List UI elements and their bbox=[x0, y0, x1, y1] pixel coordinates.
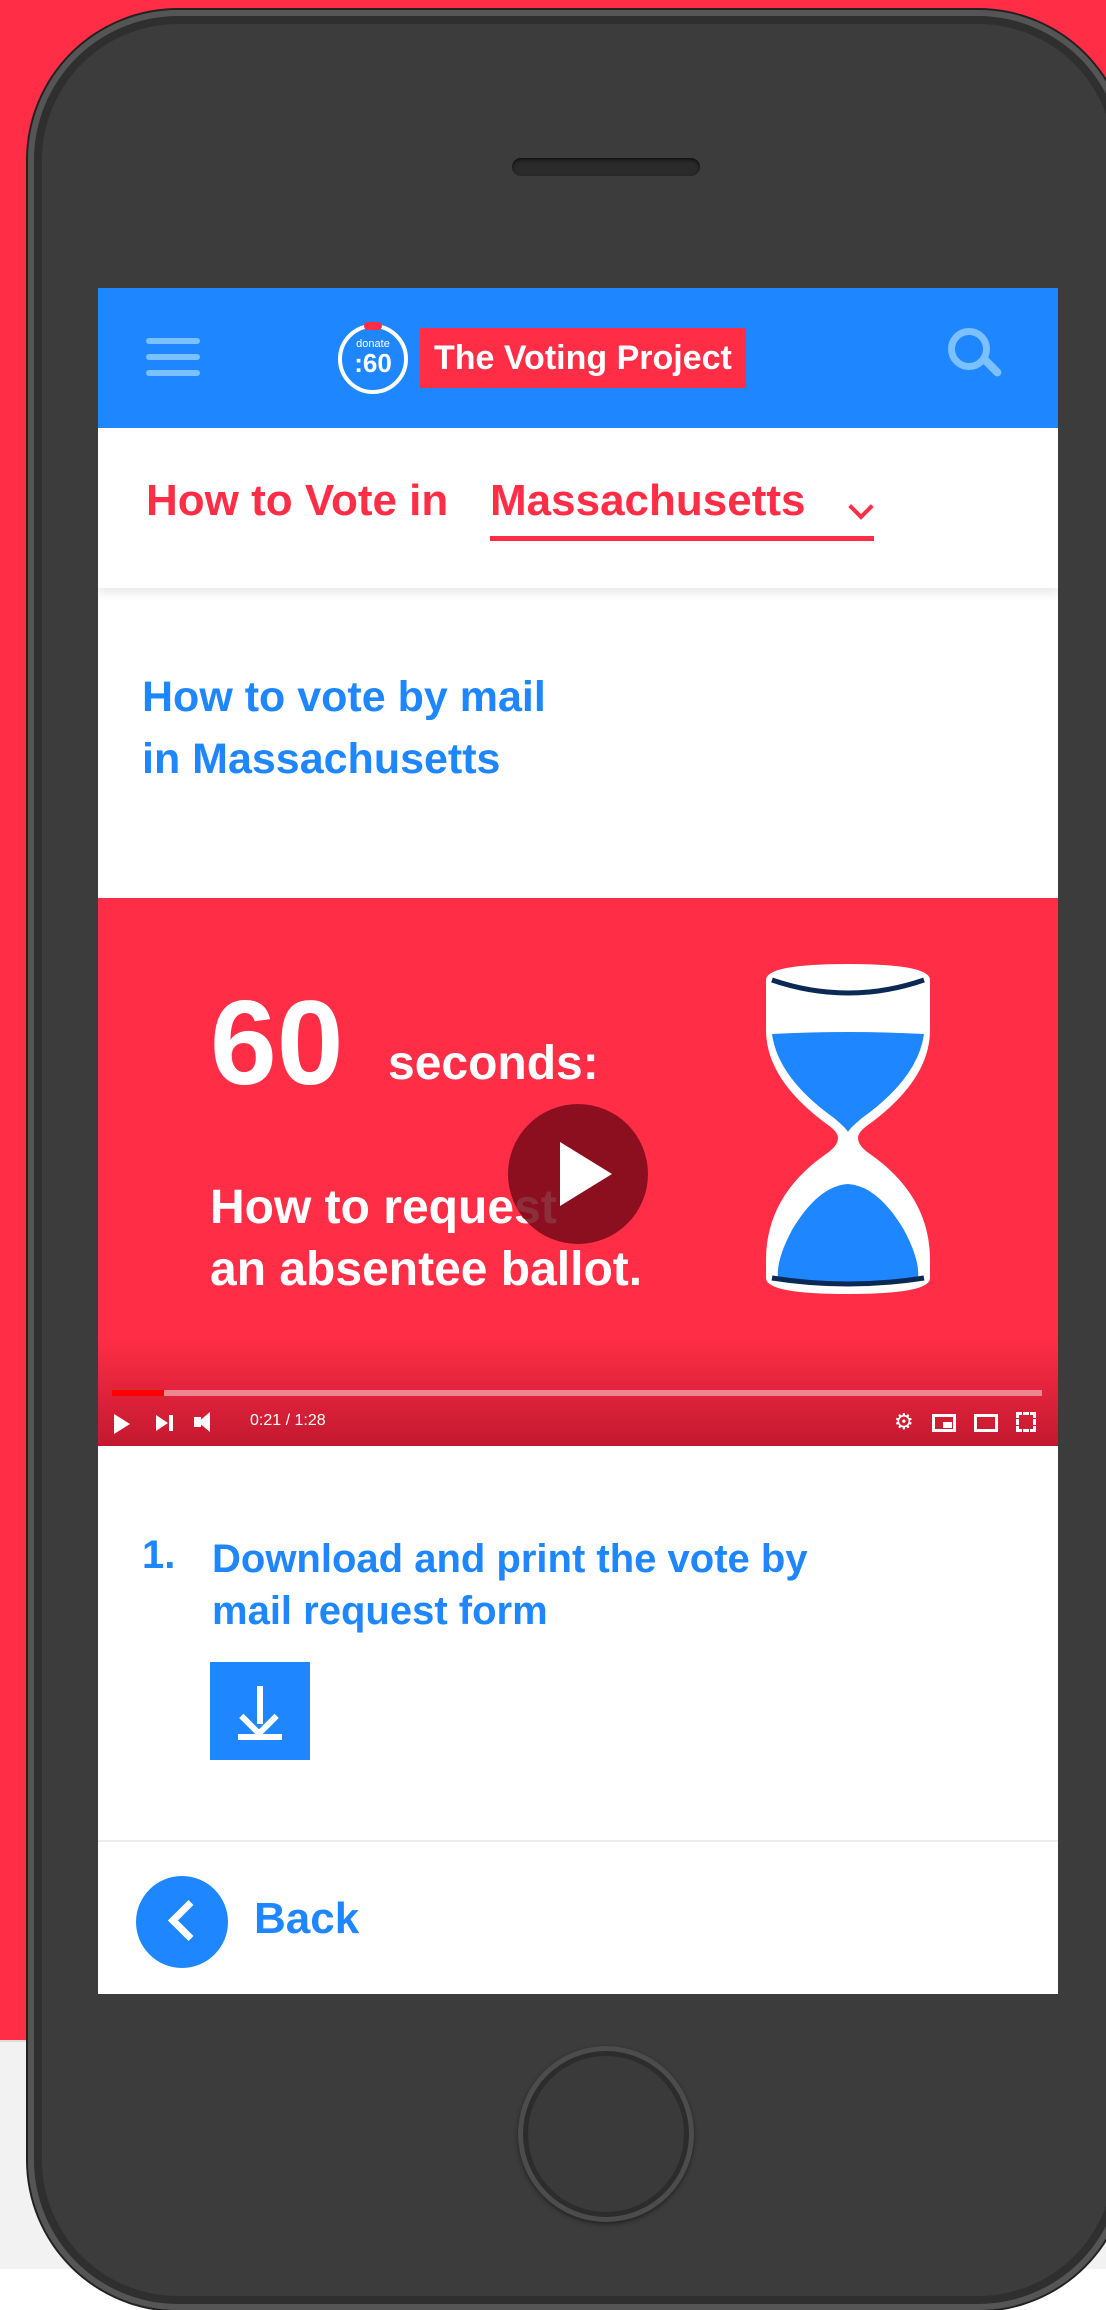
video-progress-bar[interactable] bbox=[112, 1390, 1042, 1396]
settings-gear-icon[interactable]: ⚙ bbox=[894, 1406, 914, 1440]
play-icon[interactable] bbox=[112, 1406, 132, 1440]
video-play-button[interactable] bbox=[508, 1104, 648, 1244]
step-text: Download and print the vote by mail requ… bbox=[212, 1533, 972, 1637]
chevron-down-icon bbox=[848, 494, 874, 520]
miniplayer-icon[interactable] bbox=[932, 1414, 956, 1432]
back-arrow-icon[interactable] bbox=[136, 1876, 228, 1968]
menu-icon[interactable] bbox=[146, 338, 200, 376]
step-text-line1: Download and print the vote by bbox=[212, 1537, 808, 1581]
video-seconds-label: seconds: bbox=[388, 1037, 599, 1090]
phone-screen: donate :60 The Voting Project How to Vot… bbox=[98, 288, 1058, 1994]
page-title-line2: in Massachusetts bbox=[142, 735, 501, 783]
volume-icon[interactable] bbox=[194, 1406, 222, 1440]
top-navigation-bar: donate :60 The Voting Project bbox=[98, 288, 1058, 428]
page-title: How to vote by mail in Massachusetts bbox=[142, 666, 842, 790]
step-text-line2: mail request form bbox=[212, 1589, 548, 1633]
download-button[interactable] bbox=[210, 1662, 310, 1760]
theater-mode-icon[interactable] bbox=[974, 1414, 998, 1432]
video-time: 0:21 / 1:28 bbox=[250, 1412, 326, 1429]
phone-speaker bbox=[512, 158, 700, 176]
search-icon[interactable] bbox=[948, 328, 1004, 384]
state-selector-bar: How to Vote in Massachusetts bbox=[98, 428, 1058, 588]
hourglass-icon bbox=[766, 964, 930, 1294]
video-caption-line1: How to request bbox=[210, 1181, 557, 1234]
page-title-line1: How to vote by mail bbox=[142, 673, 546, 721]
donate-60-logo[interactable]: donate :60 bbox=[338, 322, 408, 394]
logo-accent bbox=[364, 322, 382, 330]
state-prefix-label: How to Vote in bbox=[146, 476, 449, 525]
next-icon[interactable] bbox=[156, 1406, 176, 1440]
site-title[interactable]: The Voting Project bbox=[420, 328, 746, 388]
fullscreen-icon[interactable] bbox=[1016, 1412, 1036, 1432]
logo-big-text: :60 bbox=[354, 348, 392, 378]
video-number: 60 bbox=[210, 976, 344, 1110]
state-dropdown-value: Massachusetts bbox=[490, 476, 806, 525]
footer-nav: Back bbox=[98, 1840, 1058, 1994]
phone-home-button bbox=[518, 2046, 694, 2222]
video-caption-line2: an absentee ballot. bbox=[210, 1243, 643, 1296]
back-button-label[interactable]: Back bbox=[254, 1894, 359, 1944]
step-number: 1. bbox=[142, 1533, 176, 1577]
state-dropdown[interactable]: Massachusetts bbox=[490, 476, 874, 541]
video-progress-fill bbox=[112, 1390, 165, 1396]
video-player[interactable]: 60 seconds: How to request an absentee b… bbox=[98, 898, 1058, 1446]
